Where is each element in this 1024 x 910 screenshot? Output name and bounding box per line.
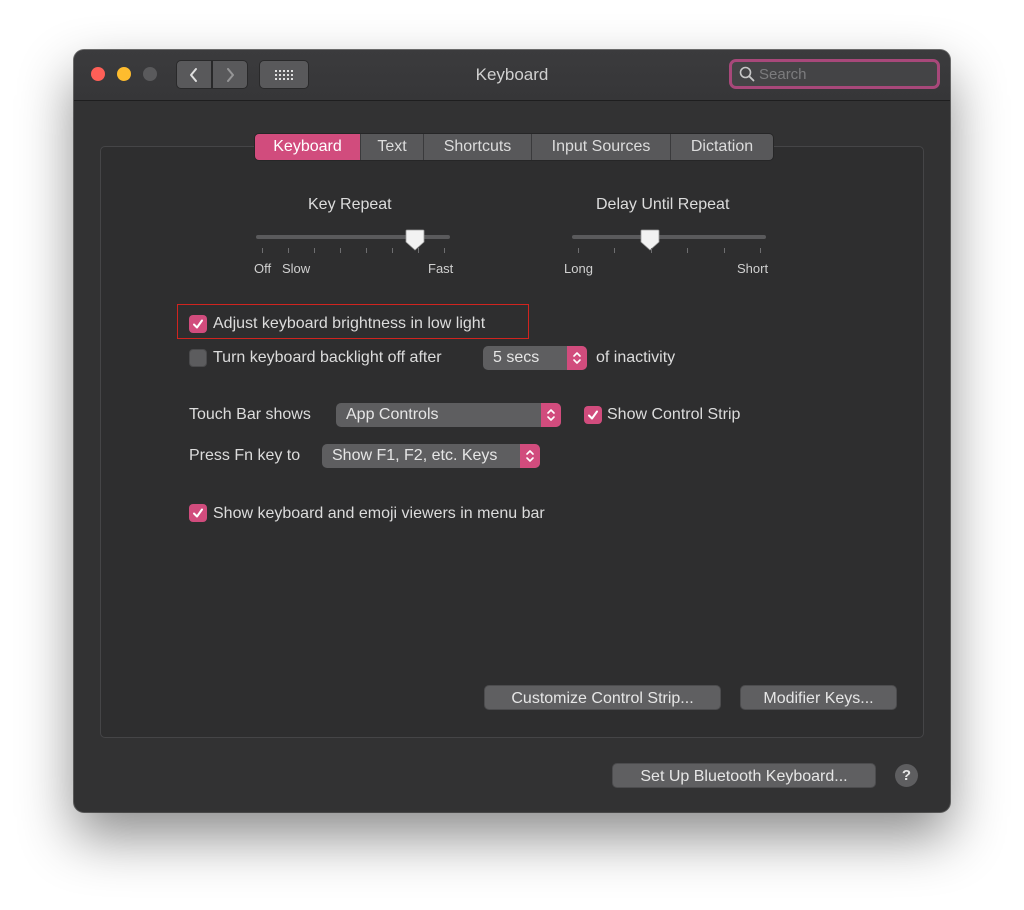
delay-short-label: Short (737, 261, 769, 276)
slider-tick (392, 248, 393, 253)
delay-until-repeat-slider[interactable] (572, 235, 766, 239)
key-repeat-slow-label: Slow (282, 261, 311, 276)
search-icon (739, 66, 755, 82)
slider-tick (366, 248, 367, 253)
help-button[interactable]: ? (895, 764, 918, 787)
touch-bar-value: App Controls (346, 406, 439, 423)
adjust-brightness-checkbox[interactable] (189, 315, 207, 333)
slider-tick (314, 248, 315, 253)
show-viewers-checkbox[interactable] (189, 504, 207, 522)
backlight-duration-popup[interactable]: 5 secs (483, 346, 587, 370)
title-bar: Keyboard (74, 50, 950, 101)
modifier-keys-button[interactable]: Modifier Keys... (740, 685, 897, 710)
adjust-brightness-label: Adjust keyboard brightness in low light (213, 315, 486, 332)
tab-text[interactable]: Text (361, 134, 424, 160)
fn-key-label: Press Fn key to (189, 447, 301, 464)
slider-tick (288, 248, 289, 253)
slider-tick (578, 248, 579, 253)
tab-dictation[interactable]: Dictation (671, 134, 773, 160)
preferences-window: Keyboard Keyboard Text Shortcuts Input S… (74, 50, 950, 812)
backlight-duration-value: 5 secs (493, 349, 540, 366)
delay-long-label: Long (564, 261, 593, 276)
delay-until-repeat-title: Delay Until Repeat (596, 196, 730, 213)
updown-arrows-icon (520, 444, 540, 468)
touch-bar-label: Touch Bar shows (189, 406, 311, 423)
slider-tick (687, 248, 689, 253)
slider-tick (340, 248, 341, 253)
slider-tick (760, 248, 761, 253)
slider-tick (444, 248, 445, 253)
slider-tick (418, 248, 419, 253)
show-control-strip-checkbox[interactable] (584, 406, 602, 424)
show-viewers-label: Show keyboard and emoji viewers in menu … (213, 505, 545, 522)
touch-bar-popup[interactable]: App Controls (336, 403, 561, 427)
settings-panel (100, 146, 924, 738)
fn-key-popup[interactable]: Show F1, F2, etc. Keys (322, 444, 540, 468)
tab-input-sources[interactable]: Input Sources (532, 134, 671, 160)
checkmark-icon (588, 410, 598, 420)
search-input[interactable] (755, 65, 929, 83)
customize-control-strip-button[interactable]: Customize Control Strip... (484, 685, 721, 710)
key-repeat-title: Key Repeat (308, 196, 392, 213)
setup-bluetooth-keyboard-button[interactable]: Set Up Bluetooth Keyboard... (612, 763, 876, 788)
slider-tick (723, 248, 725, 253)
slider-tick (614, 248, 616, 253)
fn-key-value: Show F1, F2, etc. Keys (332, 447, 498, 464)
checkmark-icon (193, 508, 203, 518)
slider-tick (650, 248, 652, 253)
checkmark-icon (193, 319, 203, 329)
key-repeat-slider-thumb[interactable] (405, 229, 425, 251)
delay-until-repeat-slider-thumb[interactable] (640, 229, 660, 251)
updown-arrows-icon (567, 346, 587, 370)
backlight-off-checkbox[interactable] (189, 349, 207, 367)
tab-shortcuts[interactable]: Shortcuts (424, 134, 532, 160)
show-control-strip-label: Show Control Strip (607, 406, 741, 423)
inactivity-label: of inactivity (596, 349, 676, 366)
key-repeat-off-label: Off (254, 261, 272, 276)
updown-arrows-icon (541, 403, 561, 427)
backlight-off-label: Turn keyboard backlight off after (213, 349, 442, 366)
tab-keyboard[interactable]: Keyboard (255, 134, 361, 160)
slider-tick (262, 248, 263, 253)
search-field[interactable] (729, 59, 940, 89)
tab-bar: Keyboard Text Shortcuts Input Sources Di… (254, 133, 774, 161)
key-repeat-fast-label: Fast (428, 261, 454, 276)
